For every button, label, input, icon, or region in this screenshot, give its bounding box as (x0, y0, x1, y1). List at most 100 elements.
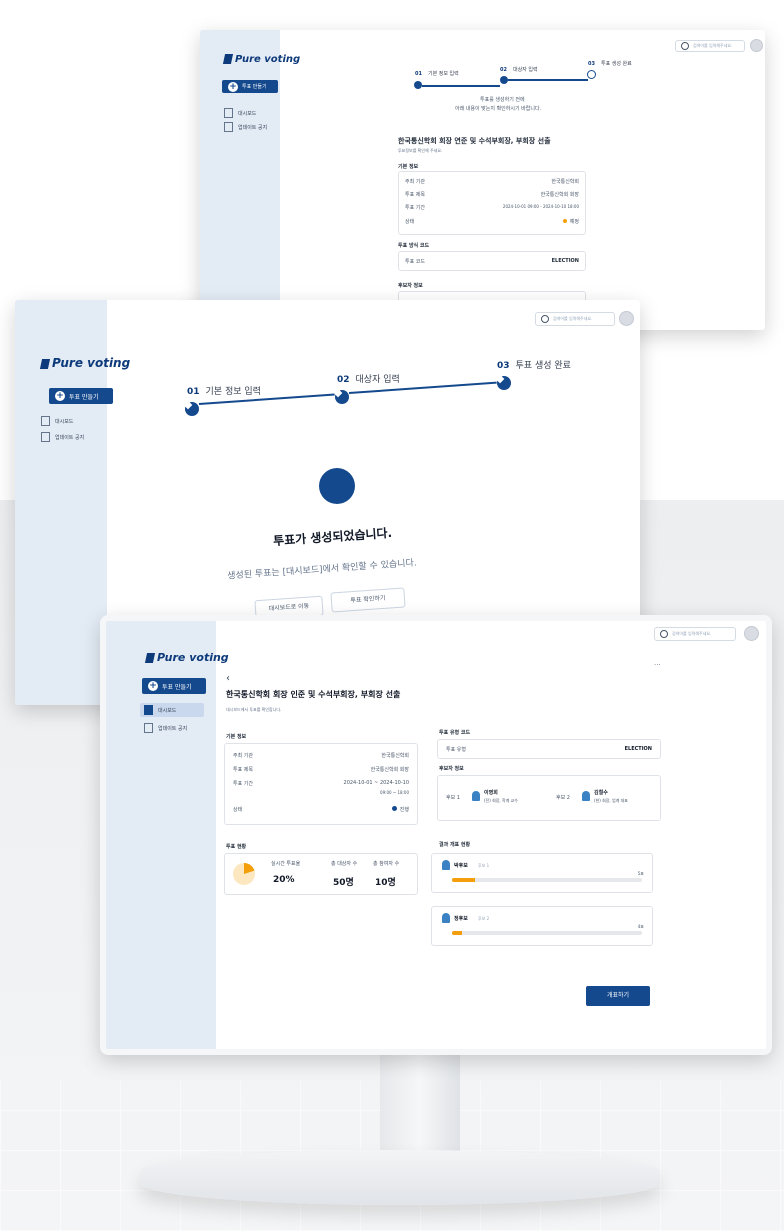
plus-icon: + (55, 391, 65, 401)
status-dot-icon (562, 219, 567, 223)
step-3-check-icon (497, 376, 511, 390)
basic-key-1: 주최 기관 (405, 179, 425, 185)
result-1-count: 5표 (637, 871, 644, 876)
sidebar-item-dashboard[interactable]: 대시보드 (140, 703, 204, 717)
status-card: 실시간 투표율 20% 총 대상자 수 50명 총 참여자 수 10명 (224, 853, 418, 895)
vote-method-value: ELECTION (551, 258, 579, 264)
new-vote-label: 투표 만들기 (162, 683, 192, 691)
vote-title: 한국통신학회 회장 연준 및 수석부회장, 부회장 선출 (398, 137, 551, 145)
result-1-bar-fill (452, 878, 475, 882)
sidebar-item-dashboard[interactable]: 대시보드 (224, 108, 256, 118)
vote-subtitle: 투표정보를 확인해 주세요. (398, 148, 443, 153)
section-candidates-title: 후보자 정보 (439, 766, 464, 772)
monitor-stand-base (140, 1150, 660, 1205)
new-vote-label: 투표 만들기 (69, 393, 99, 401)
logo-mark-icon (222, 54, 234, 64)
logo-mark-icon (39, 358, 51, 369)
step-3-label: 03 투표 생성 완료 (588, 61, 632, 67)
basic-value-1: 한국통신학회 (551, 179, 579, 185)
basic-value-3b: 09:00 ~ 18:00 (380, 790, 409, 795)
basic-key-2: 투표 제목 (233, 767, 253, 773)
new-vote-button[interactable]: + 투표 만들기 (222, 80, 278, 93)
candidates-card: 후보 1 이영희 (전) 회장, 학계 교수 후보 2 김철수 (현) 회장, … (437, 775, 661, 821)
status-badge: 진행 (391, 806, 409, 813)
vote-type-value: ELECTION (624, 746, 652, 752)
result-2-count: 4표 (637, 924, 644, 929)
basic-value-1: 한국통신학회 (381, 753, 409, 759)
notice-icon (144, 723, 153, 733)
sidebar-item-updates[interactable]: 업데이트 공지 (144, 723, 187, 733)
brand-logo: Pure voting (39, 356, 130, 370)
notice-line-1: 투표를 생성하기 전에 (480, 97, 525, 103)
back-button[interactable]: ‹ (226, 673, 230, 684)
basic-info-card: 주최 기관 한국통신학회 투표 제목 한국통신학회 회장 투표 기간 2024-… (224, 743, 418, 825)
brand-name: Pure voting (235, 54, 301, 65)
vote-title: 한국통신학회 회장 인준 및 수석부회장, 부회장 선출 (226, 690, 401, 699)
plus-icon: + (228, 81, 238, 92)
avatar[interactable] (744, 626, 759, 641)
step-progress-line-2 (508, 79, 588, 81)
result-1-bar (452, 878, 642, 882)
status-value-2: 50명 (333, 878, 354, 888)
section-status-title: 투표 현황 (226, 844, 247, 850)
notice-icon (224, 122, 233, 132)
avatar[interactable] (750, 39, 763, 52)
search-input[interactable]: 검색어를 입력해주세요. (675, 40, 745, 52)
basic-value-3: 2024-10-01 ~ 2024-10-10 (343, 780, 409, 786)
vote-type-key: 투표 유형 (446, 747, 466, 753)
brand-name: Pure voting (157, 651, 229, 664)
basic-value-3: 2024-10-01 09:00 - 2024-10-10 18:00 (502, 204, 579, 209)
search-input[interactable]: 검색어를 입력해주세요. (535, 312, 615, 326)
step-2-label: 02 대상자 입력 (337, 375, 400, 385)
finish-counting-button[interactable]: 개표하기 (586, 986, 650, 1006)
screen-dashboard: Pure voting + 투표 만들기 대시보드 업데이트 공지 검색어를 입력… (100, 615, 772, 1055)
dashboard-icon (224, 108, 233, 118)
new-vote-button[interactable]: + 투표 만들기 (142, 678, 206, 694)
sidebar-item-updates[interactable]: 업데이트 공지 (224, 122, 267, 132)
result-1-name: 박후보 (454, 863, 468, 869)
screen-review: Pure voting + 투표 만들기 대시보드 업데이트 공지 검색어를 입력… (200, 30, 765, 330)
check-vote-button[interactable]: 투표 확인하기 (330, 587, 406, 613)
notice-line-2: 아래 내용이 맞는지 확인하시기 바랍니다. (455, 106, 542, 112)
section-basic-title: 기본 정보 (398, 164, 419, 170)
search-input[interactable]: 검색어를 입력해주세요. (654, 627, 736, 641)
new-vote-button[interactable]: + 투표 만들기 (49, 388, 113, 404)
status-value-3: 10명 (375, 878, 396, 888)
notice-icon (41, 432, 50, 442)
new-vote-label: 투표 만들기 (242, 84, 267, 90)
step-1-label: 01 기본 정보 입력 (415, 71, 459, 77)
basic-key-5: 상태 (233, 807, 243, 813)
vote-type-card: 투표 유형 ELECTION (437, 739, 661, 759)
basic-info-card: 주최 기관 한국통신학회 투표 제목 한국통신학회 회장 투표 기간 2024-… (398, 171, 586, 235)
logo-mark-icon (144, 653, 156, 663)
sidebar-item-dashboard[interactable]: 대시보드 (41, 416, 73, 426)
vote-subtitle: 대시보드에서 투표를 확인합니다. (226, 707, 282, 712)
dashboard-icon (41, 416, 50, 426)
section-results-title: 결과 개표 현황 (439, 842, 471, 848)
monitor-stand-neck (380, 1045, 460, 1160)
candidate-2-desc: (현) 회장, 업계 대표 (594, 798, 628, 803)
section-candidates-title: 후보자 정보 (398, 283, 423, 289)
basic-key-1: 주최 기관 (233, 753, 253, 759)
brand-logo: Pure voting (144, 651, 229, 664)
section-vote-type-title: 투표 유형 코드 (439, 730, 471, 736)
status-value-1: 20% (273, 875, 295, 885)
basic-key-3: 투표 기간 (405, 205, 425, 211)
search-icon (681, 42, 689, 50)
search-icon (541, 315, 549, 323)
result-1-sub: 후보 1 (478, 863, 490, 868)
search-icon (660, 630, 668, 638)
vote-method-key: 투표 코드 (405, 259, 425, 265)
candidate-2-name: 김철수 (594, 790, 608, 796)
status-badge: 예정 (562, 218, 579, 225)
candidate-2-avatar-icon (582, 791, 590, 801)
sidebar-item-updates[interactable]: 업데이트 공지 (41, 432, 84, 442)
avatar[interactable] (619, 311, 634, 326)
plus-icon: + (148, 681, 158, 691)
more-icon[interactable]: ··· (654, 661, 661, 669)
result-2-bar-fill (452, 931, 462, 935)
status-label-1: 실시간 투표율 (271, 861, 301, 867)
basic-key-4: 상태 (405, 219, 415, 225)
step-3-label: 03 투표 생성 완료 (497, 361, 571, 371)
section-vote-method-title: 투표 방식 코드 (398, 243, 430, 249)
